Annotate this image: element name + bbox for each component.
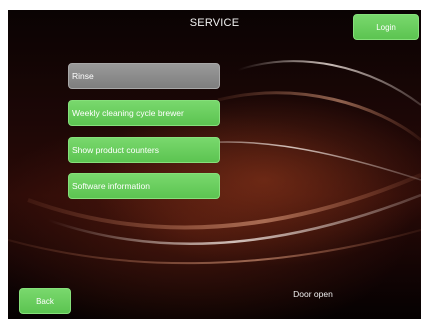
background-swoosh-graphic [8, 60, 421, 265]
login-button[interactable]: Login [353, 14, 419, 40]
menu-item-product-counters[interactable]: Show product counters [68, 137, 220, 163]
menu-item-weekly-cleaning[interactable]: Weekly cleaning cycle brewer [68, 100, 220, 126]
menu-item-rinse[interactable]: Rinse [68, 63, 220, 89]
service-screen: SERVICE Login Rinse Weekly cleaning cycl… [8, 10, 421, 319]
menu-item-software-information[interactable]: Software information [68, 173, 220, 199]
back-button[interactable]: Back [19, 288, 71, 314]
status-text: Door open [293, 289, 333, 299]
